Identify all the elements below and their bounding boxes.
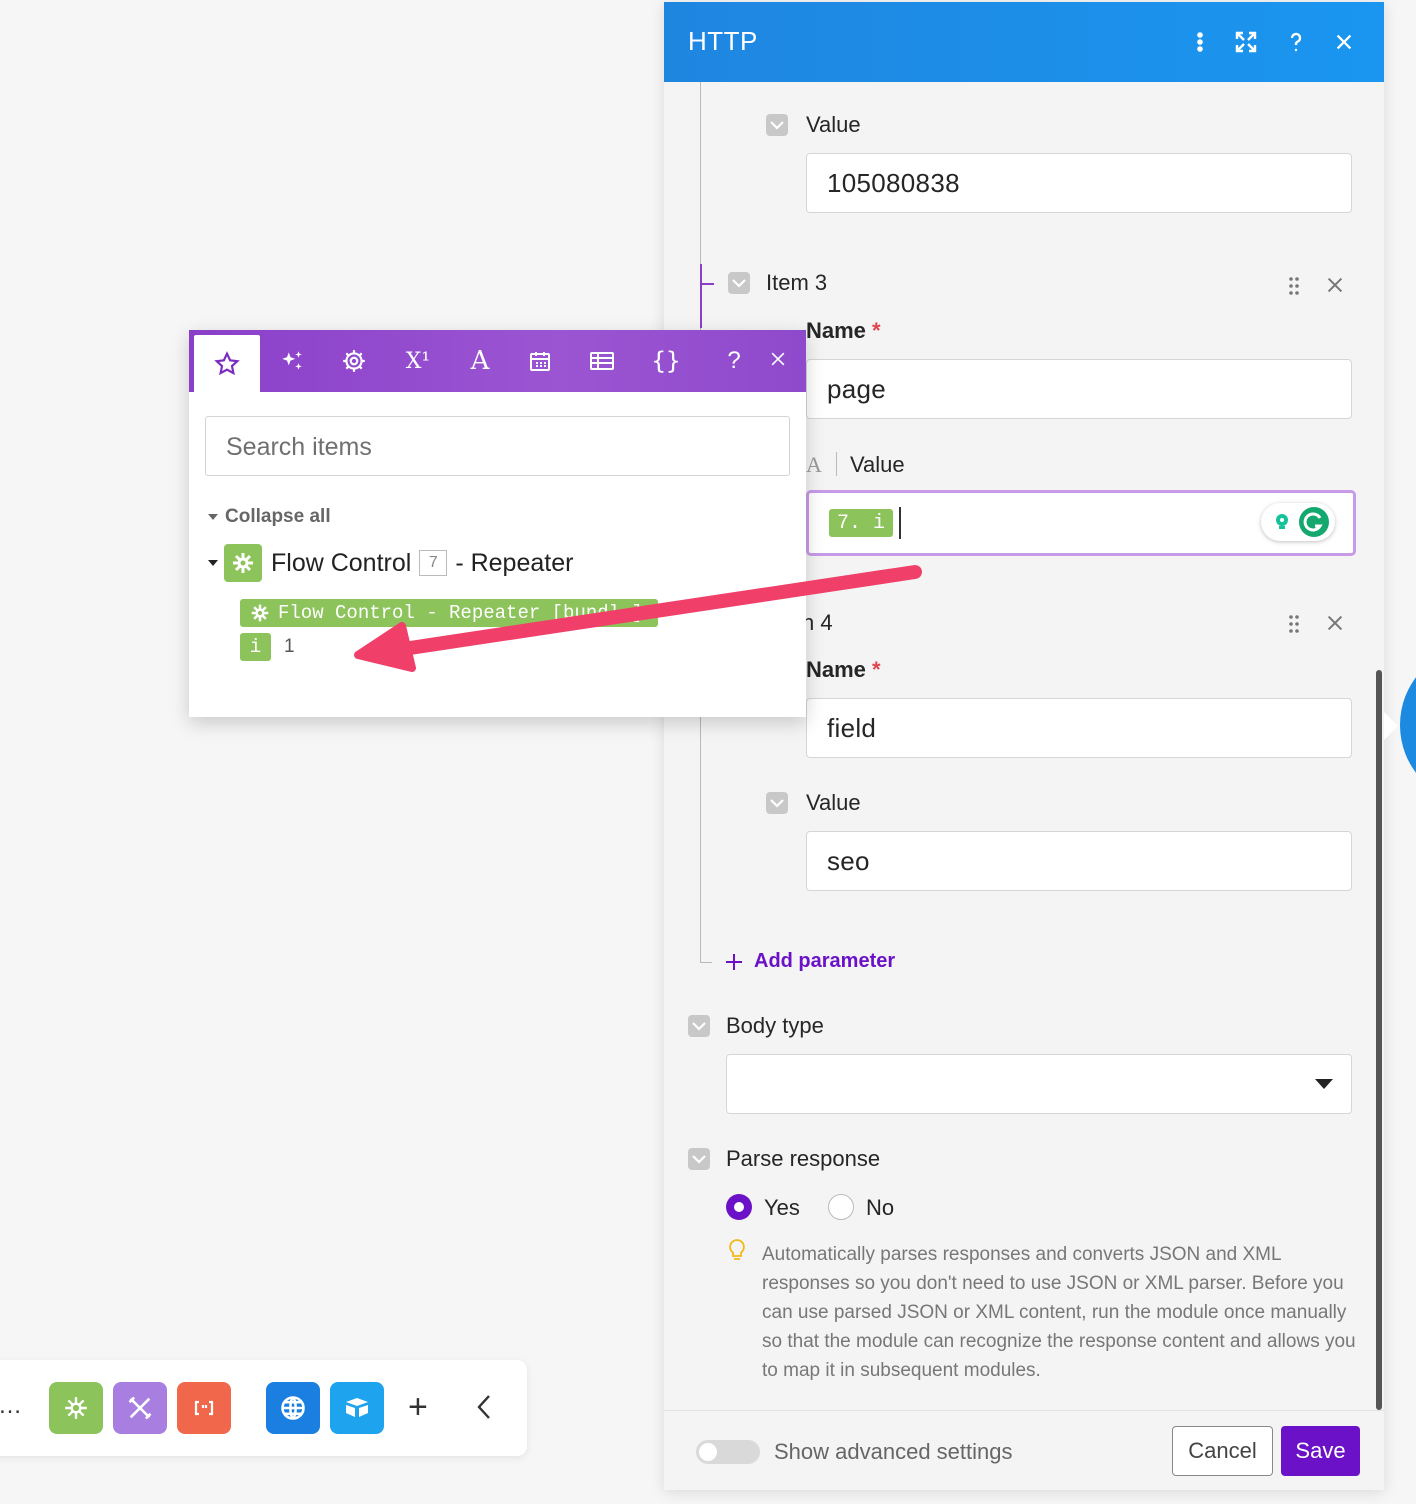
collapse-toolbar-icon[interactable] [476,1394,492,1425]
flow-control-tool-icon[interactable] [49,1382,103,1434]
scenario-toolbar: … + [0,1360,527,1456]
tools-icon[interactable] [113,1382,167,1434]
add-tool-icon[interactable]: + [408,1388,428,1427]
more-tools-icon[interactable]: … [0,1392,22,1420]
airtable-icon[interactable] [330,1382,384,1434]
text-parser-icon[interactable] [177,1382,231,1434]
annotation-arrow [354,565,922,672]
http-globe-icon[interactable] [266,1382,320,1434]
